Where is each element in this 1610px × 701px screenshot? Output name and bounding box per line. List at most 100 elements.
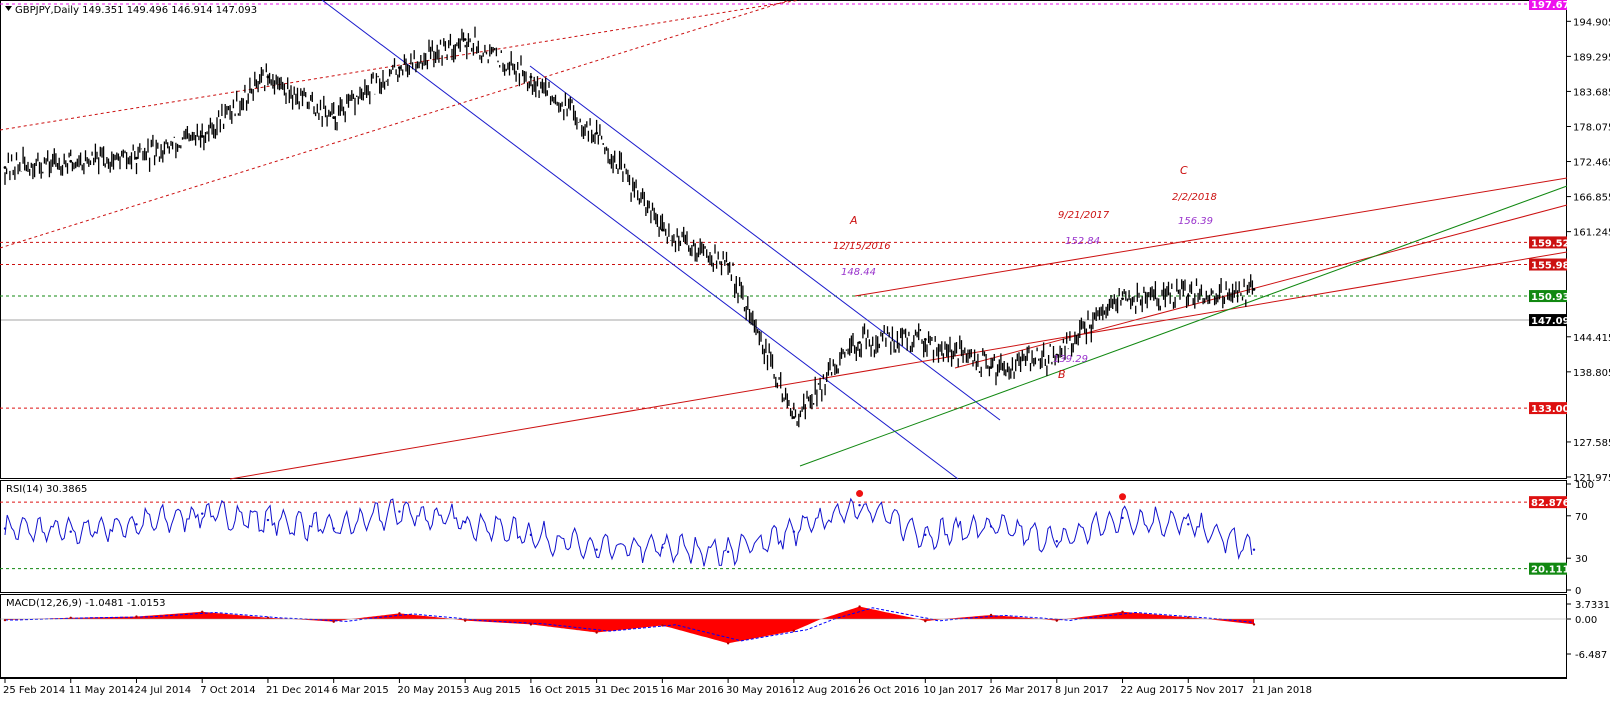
x-tick-label: 11 May 2014: [69, 685, 134, 696]
price-point: [463, 38, 467, 41]
macd-point: [398, 612, 401, 615]
rsi-y-tick-label: 70: [1575, 512, 1588, 523]
x-tick-label: 31 Dec 2015: [595, 685, 659, 696]
price-point: [332, 116, 336, 119]
x-tick-label: 22 Aug 2017: [1121, 685, 1185, 696]
macd-point: [201, 610, 204, 613]
wave-annotation: 148.44: [841, 267, 876, 278]
wave-annotation: 9/21/2017: [1058, 210, 1110, 221]
rsi-point: [858, 504, 861, 507]
x-tick-label: 3 Aug 2015: [463, 685, 521, 696]
macd-y-tick-label: 3.7331: [1575, 600, 1610, 611]
macd-point: [1187, 616, 1190, 619]
price-point: [135, 156, 138, 160]
rsi-point: [661, 546, 664, 549]
x-tick-label: 30 May 2016: [726, 685, 791, 696]
level-price-label: 147.093: [1531, 316, 1577, 327]
price-point: [858, 341, 861, 344]
price-y-tick-label: 166.855: [1573, 193, 1610, 204]
wave-annotation: 12/15/2016: [833, 241, 891, 252]
x-tick-label: 16 Mar 2016: [660, 685, 723, 696]
chart-window: A 12/15/2016 148.44 9/21/2017 152.84 C 2/2/201…: [0, 0, 1610, 696]
symbol-header: GBPJPY,Daily 149.351 149.496 146.914 147…: [15, 5, 257, 16]
x-tick-label: 7 Oct 2014: [200, 685, 255, 696]
rsi-point: [201, 512, 204, 515]
x-tick-label: 16 Oct 2015: [529, 685, 591, 696]
price-y-tick-label: 178.075: [1573, 122, 1610, 133]
rsi-title: RSI(14) 30.3865: [6, 484, 87, 495]
price-point: [792, 416, 796, 419]
x-tick-label: 26 Mar 2017: [989, 685, 1052, 696]
rsi-point: [1187, 523, 1190, 526]
chart-svg: A 12/15/2016 148.44 9/21/2017 152.84 C 2/2/201…: [0, 0, 1610, 696]
rsi-point: [266, 518, 270, 522]
rsi-point: [989, 525, 993, 528]
price-point: [1121, 297, 1124, 301]
rsi-point: [332, 527, 335, 530]
wave-annotation: 152.84: [1065, 236, 1100, 247]
price-y-tick-label: 183.685: [1573, 87, 1610, 98]
price-point: [1186, 294, 1190, 298]
price-y-tick-label: 127.585: [1573, 438, 1610, 449]
macd-point: [989, 613, 993, 617]
wave-annotation: 156.39: [1178, 216, 1213, 227]
price-point: [3, 166, 7, 169]
level-price-label: 197.677: [1531, 0, 1577, 11]
rsi-point: [463, 520, 467, 524]
x-tick-label: 20 May 2015: [397, 685, 462, 696]
macd-point: [726, 642, 730, 645]
x-tick-label: 21 Dec 2014: [266, 685, 330, 696]
wave-annotation: B: [1058, 368, 1066, 381]
rsi-point: [69, 530, 72, 533]
x-tick-label: 25 Feb 2014: [3, 685, 65, 696]
rsi-point: [1121, 516, 1124, 520]
wave-annotation: 139.29: [1053, 354, 1088, 365]
rsi-point: [529, 533, 533, 537]
price-point: [69, 159, 73, 163]
rsi-point: [135, 523, 138, 526]
x-tick-label: 12 Aug 2016: [792, 685, 856, 696]
x-tick-label: 24 Jul 2014: [134, 685, 191, 696]
macd-point: [266, 616, 270, 619]
x-tick-label: 5 Nov 2017: [1186, 685, 1244, 696]
price-point: [1252, 287, 1256, 291]
macd-point: [332, 620, 335, 623]
rsi-divergence-dot: [856, 490, 864, 498]
rsi-point: [1252, 548, 1256, 551]
price-point: [989, 366, 993, 369]
x-tick-label: 6 Mar 2015: [332, 685, 389, 696]
wave-annotation: 2/2/2018: [1172, 192, 1217, 203]
x-tick-label: 10 Jan 2017: [923, 685, 983, 696]
rsi-point: [595, 548, 598, 551]
macd-point: [529, 623, 533, 626]
price-y-tick-label: 194.905: [1573, 17, 1610, 28]
level-price-label: 155.981: [1531, 261, 1577, 272]
price-point: [266, 75, 270, 79]
x-tick-label: 21 Jan 2018: [1252, 685, 1312, 696]
macd-point: [135, 615, 138, 618]
macd-point: [69, 616, 72, 619]
macd-title: MACD(12,26,9) -1.0481 -1.0153: [6, 598, 166, 609]
price-point: [200, 134, 204, 138]
level-price-label: 150.935: [1531, 292, 1577, 303]
rsi-point: [792, 530, 796, 533]
macd-point: [1252, 623, 1256, 626]
rsi-y-tick-label: 30: [1575, 554, 1588, 565]
rsi-y-tick-label: 0: [1575, 586, 1581, 597]
rsi-point: [924, 533, 927, 537]
macd-point: [463, 619, 467, 622]
macd-point: [1055, 619, 1058, 622]
macd-point: [924, 619, 927, 623]
level-price-label: 133.004: [1531, 404, 1577, 415]
macd-point: [595, 631, 598, 634]
wave-annotation: A: [849, 214, 858, 227]
price-point: [529, 75, 533, 79]
price-point: [726, 263, 730, 266]
price-y-tick-label: 189.295: [1573, 52, 1610, 63]
rsi-divergence-dot: [1119, 493, 1127, 501]
price-point: [660, 228, 664, 232]
macd-point: [858, 605, 861, 608]
price-point: [398, 66, 401, 69]
price-y-tick-label: 161.245: [1573, 228, 1610, 239]
macd-y-tick-label: 0.00: [1575, 615, 1597, 626]
